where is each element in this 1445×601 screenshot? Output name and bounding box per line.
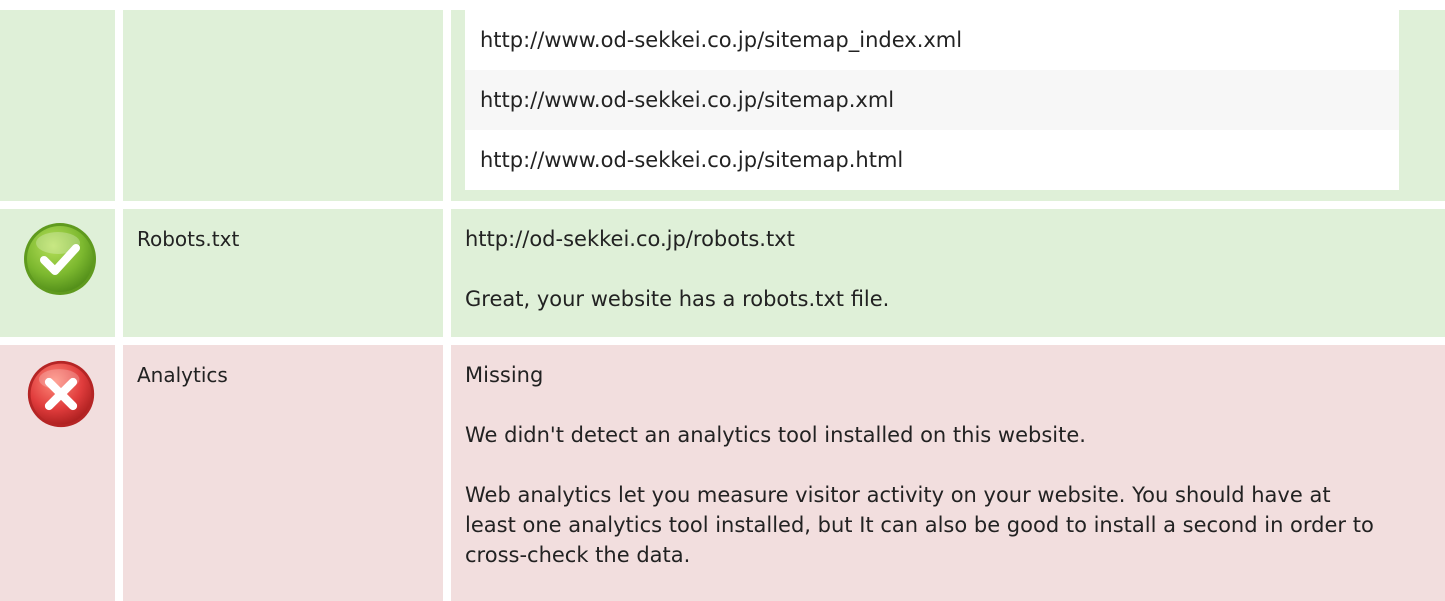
- robots-row: Robots.txt http://od-sekkei.co.jp/robots…: [0, 209, 1445, 337]
- analytics-message: We didn't detect an analytics tool insta…: [465, 423, 1086, 447]
- analytics-advice: Web analytics let you measure visitor ac…: [465, 483, 1374, 567]
- analytics-content-cell: Missing We didn't detect an analytics to…: [451, 345, 1445, 601]
- sitemap-list: http://www.od-sekkei.co.jp/sitemap_index…: [465, 10, 1399, 190]
- sitemap-url: http://www.od-sekkei.co.jp/sitemap_index…: [465, 10, 1399, 70]
- sitemaps-row: http://www.od-sekkei.co.jp/sitemap_index…: [0, 10, 1445, 201]
- error-icon: [27, 360, 95, 428]
- analytics-label-cell: Analytics: [123, 345, 443, 601]
- analytics-status: Missing: [465, 363, 544, 387]
- check-icon: [24, 223, 96, 295]
- analytics-label: Analytics: [137, 363, 228, 387]
- robots-url: http://od-sekkei.co.jp/robots.txt: [465, 227, 795, 251]
- sitemaps-label-cell: [123, 10, 443, 201]
- sitemaps-icon-cell: [0, 10, 115, 201]
- robots-label: Robots.txt: [137, 227, 240, 251]
- analytics-icon-cell: [0, 345, 115, 601]
- analytics-row: Analytics Missing We didn't detect an an…: [0, 345, 1445, 601]
- sitemap-url: http://www.od-sekkei.co.jp/sitemap.html: [465, 130, 1399, 190]
- robots-label-cell: Robots.txt: [123, 209, 443, 337]
- sitemap-url: http://www.od-sekkei.co.jp/sitemap.xml: [465, 70, 1399, 130]
- robots-message: Great, your website has a robots.txt fil…: [465, 287, 890, 311]
- robots-icon-cell: [0, 209, 115, 337]
- sitemaps-content-cell: http://www.od-sekkei.co.jp/sitemap_index…: [451, 10, 1445, 201]
- robots-content-cell: http://od-sekkei.co.jp/robots.txt Great,…: [451, 209, 1445, 337]
